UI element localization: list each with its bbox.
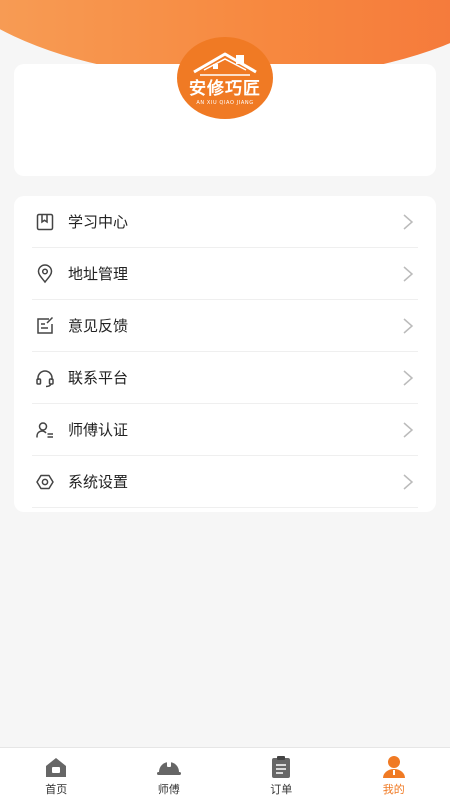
tab-label: 首页 bbox=[45, 783, 68, 796]
chevron-right-icon bbox=[403, 318, 414, 334]
tab-label: 订单 bbox=[270, 783, 293, 796]
menu-card: 学习中心 地址管理 意见反馈 联系平台 师傅认证 系统设置 bbox=[14, 196, 436, 512]
home-icon bbox=[43, 755, 69, 779]
menu-item-master-certification[interactable]: 师傅认证 bbox=[32, 404, 418, 456]
tab-master[interactable]: 师傅 bbox=[113, 748, 226, 800]
menu-item-address-management[interactable]: 地址管理 bbox=[32, 248, 418, 300]
book-icon bbox=[34, 211, 56, 233]
logo-subtitle: AN XIU QIAO JIANG bbox=[196, 100, 254, 106]
helmet-icon bbox=[156, 755, 182, 779]
tab-mine[interactable]: 我的 bbox=[338, 748, 450, 800]
chevron-right-icon bbox=[403, 266, 414, 282]
menu-item-label: 联系平台 bbox=[68, 369, 129, 387]
user-verify-icon bbox=[34, 419, 56, 441]
menu-item-feedback[interactable]: 意见反馈 bbox=[32, 300, 418, 352]
tab-label: 我的 bbox=[382, 783, 405, 796]
chevron-right-icon bbox=[403, 422, 414, 438]
menu-item-system-settings[interactable]: 系统设置 bbox=[32, 456, 418, 508]
menu-item-label: 师傅认证 bbox=[68, 421, 129, 439]
menu-item-label: 系统设置 bbox=[68, 473, 129, 491]
roof-house-icon bbox=[193, 52, 257, 76]
feedback-edit-icon bbox=[34, 315, 56, 337]
menu-item-label: 地址管理 bbox=[68, 265, 129, 283]
tab-home[interactable]: 首页 bbox=[0, 748, 113, 800]
clipboard-icon bbox=[268, 755, 294, 779]
menu-item-contact-platform[interactable]: 联系平台 bbox=[32, 352, 418, 404]
chevron-right-icon bbox=[403, 370, 414, 386]
chevron-right-icon bbox=[403, 214, 414, 230]
chevron-right-icon bbox=[403, 474, 414, 490]
headset-icon bbox=[34, 367, 56, 389]
menu-item-learning-center[interactable]: 学习中心 bbox=[32, 196, 418, 248]
settings-icon bbox=[34, 471, 56, 493]
tab-label: 师傅 bbox=[157, 783, 180, 796]
logo-title: 安修巧匠 bbox=[189, 79, 261, 99]
profile-icon bbox=[381, 755, 407, 779]
location-pin-icon bbox=[34, 263, 56, 285]
app-logo: 安修巧匠 AN XIU QIAO JIANG bbox=[177, 37, 273, 119]
tab-orders[interactable]: 订单 bbox=[225, 748, 338, 800]
bottom-tab-bar: 首页 师傅 订单 我的 bbox=[0, 747, 450, 800]
menu-item-label: 意见反馈 bbox=[68, 317, 129, 335]
menu-item-label: 学习中心 bbox=[68, 213, 129, 231]
